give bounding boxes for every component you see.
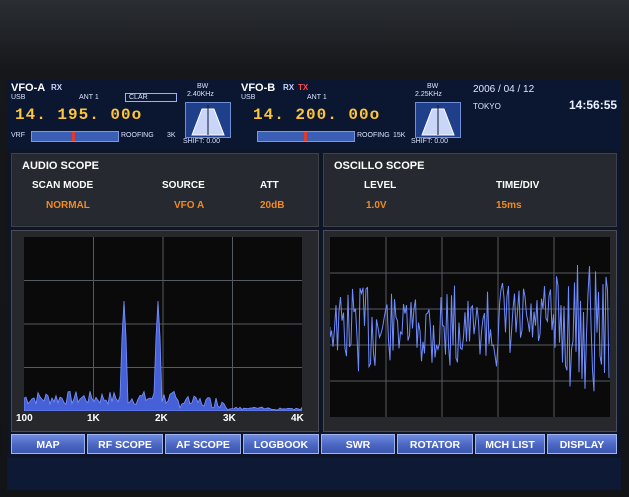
- time-div-value[interactable]: 15ms: [496, 200, 522, 211]
- vfo-b-tx: TX: [298, 83, 309, 92]
- audio-scope-settings: AUDIO SCOPE SCAN MODE NORMAL SOURCE VFO …: [11, 153, 319, 227]
- audio-scope-frame: 100 1K 2K 3K 4K: [11, 230, 319, 432]
- oscillo-scope-frame: [323, 230, 617, 432]
- vfo-a-vrf-marker: [72, 132, 75, 141]
- vfo-a-label: VFO-A: [11, 82, 46, 94]
- vfo-a-vrf-label: VRF: [11, 132, 25, 139]
- vfo-b-mode: USB: [241, 94, 256, 101]
- vfo-b-roofing-label: ROOFING: [357, 132, 390, 139]
- swr-button[interactable]: SWR: [321, 434, 395, 454]
- map-button[interactable]: MAP: [11, 434, 85, 454]
- source-value[interactable]: VFO A: [174, 200, 204, 211]
- vfo-b-shift: SHIFT: 0.00: [411, 138, 448, 145]
- radio-display: VFO-A RX USB ANT 1 CLAR 14. 195. 00o VRF…: [7, 80, 621, 490]
- scan-mode-value[interactable]: NORMAL: [46, 200, 90, 211]
- level-label: LEVEL: [364, 180, 397, 191]
- x-tick-1k: 1K: [87, 413, 100, 424]
- vfo-a-ant: ANT 1: [79, 94, 99, 101]
- oscillo-trace: [330, 264, 610, 392]
- vfo-a-rx: RX: [51, 83, 63, 92]
- x-tick-2k: 2K: [155, 413, 168, 424]
- vfo-b-rx: RX: [283, 83, 295, 92]
- bottom-strip: [7, 458, 621, 490]
- vfo-a-frequency[interactable]: 14. 195. 00o: [15, 106, 142, 124]
- att-value[interactable]: 20dB: [260, 200, 284, 211]
- filter-shape-icon: [191, 105, 225, 136]
- scan-mode-label: SCAN MODE: [32, 180, 94, 191]
- x-tick-100: 100: [16, 413, 33, 424]
- audio-spectrum-svg: [24, 237, 302, 411]
- oscillo-scope-title: OSCILLO SCOPE: [334, 160, 425, 172]
- vfo-b-bw-label: BW: [427, 83, 439, 90]
- filter-shape-icon: [421, 105, 455, 136]
- vfo-b-frequency[interactable]: 14. 200. 00o: [253, 106, 380, 124]
- vfo-a-bw-label: BW: [197, 83, 209, 90]
- audio-scope-title: AUDIO SCOPE: [22, 160, 100, 172]
- audio-spectrum-plot[interactable]: [24, 237, 302, 411]
- logbook-button[interactable]: LOGBOOK: [243, 434, 319, 454]
- oscillo-waveform-svg: [330, 237, 610, 417]
- x-tick-3k: 3K: [223, 413, 236, 424]
- source-label: SOURCE: [162, 180, 205, 191]
- location-display: TOKYO: [473, 102, 501, 111]
- oscillo-plot[interactable]: [330, 237, 610, 417]
- vfo-a-mode: USB: [11, 94, 26, 101]
- vfo-a-bw-value: 2.40KHz: [187, 91, 214, 98]
- display-button[interactable]: DISPLAY: [547, 434, 617, 454]
- vfo-a-bw-filter-graphic[interactable]: [185, 102, 231, 138]
- vfo-header: VFO-A RX USB ANT 1 CLAR 14. 195. 00o VRF…: [7, 80, 621, 150]
- att-label: ATT: [260, 180, 279, 191]
- vfo-b-label: VFO-B: [241, 82, 276, 94]
- rf-scope-button[interactable]: RF SCOPE: [87, 434, 163, 454]
- vfo-a-shift: SHIFT: 0.00: [183, 138, 220, 145]
- vfo-a-roofing-label: ROOFING: [121, 132, 154, 139]
- af-scope-button[interactable]: AF SCOPE: [165, 434, 241, 454]
- vfo-a-vrf-bar[interactable]: [31, 131, 119, 142]
- vfo-a-clar: CLAR: [125, 93, 177, 102]
- vfo-b-marker: [304, 132, 307, 141]
- level-value[interactable]: 1.0V: [366, 200, 387, 211]
- vfo-b-bw-value: 2.25KHz: [415, 91, 442, 98]
- x-tick-4k: 4K: [291, 413, 304, 424]
- mch-list-button[interactable]: MCH LIST: [475, 434, 545, 454]
- time-div-label: TIME/DIV: [496, 180, 540, 191]
- vfo-a-roofing-value: 3K: [167, 132, 176, 139]
- oscillo-scope-settings: OSCILLO SCOPE LEVEL 1.0V TIME/DIV 15ms: [323, 153, 617, 227]
- vfo-b-bar[interactable]: [257, 131, 355, 142]
- date-display: 2006 / 04 / 12: [473, 84, 535, 95]
- vfo-b-roofing-value: 15K: [393, 132, 406, 139]
- vfo-b-ant: ANT 1: [307, 94, 327, 101]
- rotator-button[interactable]: ROTATOR: [397, 434, 473, 454]
- clock-display: 14:56:55: [569, 98, 618, 112]
- vfo-b-bw-filter-graphic[interactable]: [415, 102, 461, 138]
